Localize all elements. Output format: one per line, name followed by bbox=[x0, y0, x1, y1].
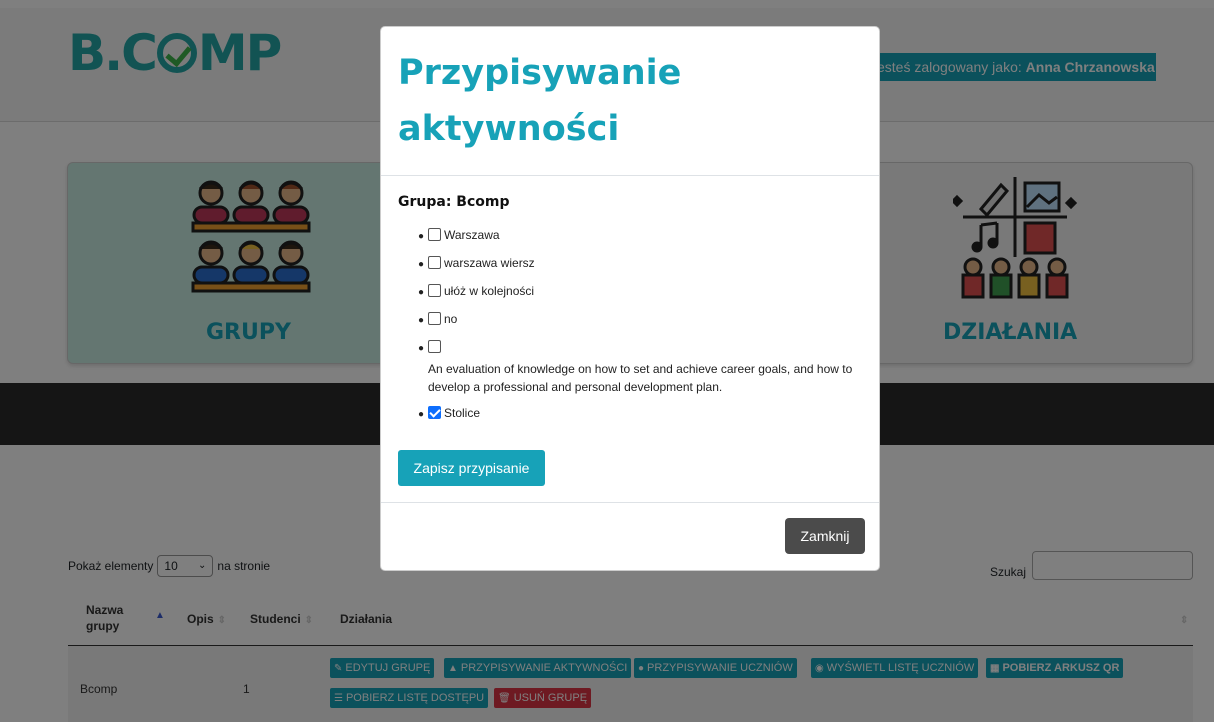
activity-item: ● An evaluation of knowledge on how to s… bbox=[418, 339, 868, 405]
activity-checkbox-checked[interactable] bbox=[428, 406, 441, 420]
activity-checkbox[interactable] bbox=[428, 312, 441, 326]
activity-item: ● Warszawa bbox=[418, 227, 500, 242]
activity-checkbox[interactable] bbox=[428, 284, 441, 298]
activity-label: Stolice bbox=[444, 405, 481, 420]
group-title: Grupa: Bcomp bbox=[398, 194, 510, 210]
activity-checkbox[interactable] bbox=[428, 228, 441, 242]
modal-header-divider bbox=[381, 175, 879, 176]
activity-description: An evaluation of knowledge on how to set… bbox=[428, 361, 853, 394]
activity-checkbox[interactable] bbox=[428, 256, 441, 270]
activity-label: no bbox=[444, 311, 458, 326]
close-modal-button[interactable]: Zamknij bbox=[785, 518, 865, 554]
activity-label: ułóż w kolejności bbox=[444, 283, 535, 298]
activity-checkbox[interactable] bbox=[428, 340, 441, 354]
save-assignment-button[interactable]: Zapisz przypisanie bbox=[398, 450, 545, 486]
activity-item: ● ułóż w kolejności bbox=[418, 283, 535, 298]
modal-title: Przypisywanie aktywności bbox=[398, 53, 682, 149]
activity-label: Warszawa bbox=[444, 227, 500, 242]
activity-item: ● warszawa wiersz bbox=[418, 255, 535, 270]
activity-list: ● Warszawa ● warszawa wiersz ● ułóż w ko… bbox=[418, 227, 868, 433]
assign-activities-modal: Przypisywanie aktywności Grupa: Bcomp ● … bbox=[380, 26, 880, 571]
modal-footer-divider bbox=[381, 502, 879, 503]
activity-label: warszawa wiersz bbox=[444, 255, 535, 270]
activity-item: ● no bbox=[418, 311, 458, 326]
activity-item: ● Stolice bbox=[418, 405, 481, 420]
